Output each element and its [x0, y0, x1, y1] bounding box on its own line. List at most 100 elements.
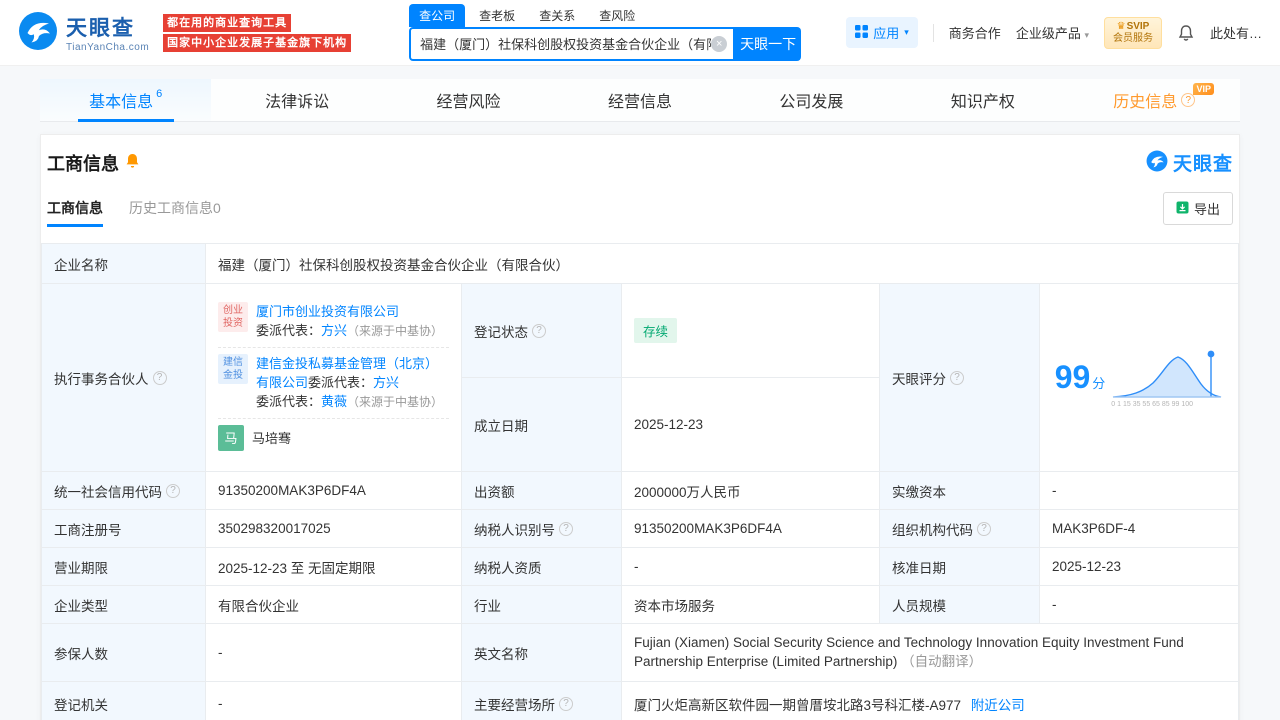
section-title: 工商信息 — [47, 153, 119, 174]
help-icon[interactable]: ? — [950, 370, 964, 385]
auto-translate-note: （自动翻译） — [901, 654, 983, 669]
apps-menu[interactable]: 应用 ▾ — [846, 17, 918, 48]
export-button[interactable]: 导出 — [1162, 192, 1233, 225]
tab-history-info[interactable]: 历史信息 ? VIP — [1069, 79, 1240, 121]
rep-prefix: 委派代表： — [256, 394, 322, 409]
rep-link[interactable]: 黄薇 — [321, 394, 347, 409]
label-taxpayer-quality: 纳税人资质 — [461, 547, 622, 586]
partner-type-tag: 建信 金投 — [218, 354, 248, 384]
search-tab-boss[interactable]: 查老板 — [469, 4, 525, 27]
rep-source: （来源于中基协） — [347, 324, 444, 338]
brand-domain: TianYanCha.com — [66, 42, 150, 53]
subtab-label: 工商信息 — [47, 200, 103, 216]
tab-label: 法律诉讼 — [265, 94, 330, 111]
score-unit: 分 — [1092, 376, 1106, 391]
search-tab-company[interactable]: 查公司 — [409, 3, 466, 27]
search-tab-relation[interactable]: 查关系 — [529, 4, 585, 27]
tianyancha-logo[interactable]: 天眼查 TianYanCha.com — [18, 11, 149, 54]
help-icon[interactable]: ? — [977, 521, 991, 536]
tab-intellectual-property[interactable]: 知识产权 — [897, 79, 1068, 121]
value-executive-partners: 创业 投资 厦门市创业投资有限公司 委派代表：方兴（来源于中基协） 建信 金投 — [205, 283, 462, 472]
partner-person-link[interactable]: 马培骞 — [252, 429, 291, 448]
tab-legal-proceedings[interactable]: 法律诉讼 — [211, 79, 382, 121]
rep-link[interactable]: 方兴 — [373, 375, 399, 390]
label-registry-authority: 登记机关 — [41, 681, 206, 720]
tab-label: 历史信息 — [1113, 94, 1178, 111]
help-icon[interactable]: ? — [166, 483, 180, 498]
business-info-card: 工商信息 天眼查 工商信息 历史工商信息0 导出 企业名称 福建（厦门）社保科创… — [40, 134, 1240, 720]
user-profile-menu[interactable]: 此处有… — [1210, 23, 1262, 42]
svip-membership-button[interactable]: ♛SVIP 会员服务 — [1103, 16, 1162, 49]
search-tab-risk[interactable]: 查风险 — [589, 4, 645, 27]
top-header: 天眼查 TianYanCha.com 都在用的商业查询工具 国家中小企业发展子基… — [0, 0, 1280, 66]
slogan-line-1: 都在用的商业查询工具 — [163, 13, 292, 32]
enterprise-products-link[interactable]: 企业级产品 ▾ — [1016, 23, 1089, 42]
partner-item: 马 马培骞 — [218, 418, 449, 457]
rep-link[interactable]: 方兴 — [321, 323, 347, 338]
label-english-name: 英文名称 — [461, 623, 622, 682]
search-tabs: 查公司 查老板 查关系 查风险 — [409, 3, 801, 27]
subtab-label: 历史工商信息0 — [129, 200, 221, 216]
crown-icon: ♛ — [1116, 20, 1126, 32]
value-company-type: 有限合伙企业 — [205, 585, 462, 624]
export-icon — [1176, 201, 1189, 217]
tab-basic-info-count: 6 — [156, 88, 163, 100]
status-badge: 存续 — [634, 318, 678, 343]
value-company-name: 福建（厦门）社保科创股权投资基金合伙企业（有限合伙） — [205, 243, 1239, 284]
tab-operating-risk[interactable]: 经营风险 — [383, 79, 554, 121]
value-org-code: MAK3P6DF-4 — [1039, 509, 1239, 548]
subtab-business-info[interactable]: 工商信息 — [47, 198, 103, 227]
value-business-term: 2025-12-23 至 无固定期限 — [205, 547, 462, 586]
search-button[interactable]: 天眼一下 — [735, 26, 802, 61]
partner-company-link[interactable]: 厦门市创业投资有限公司 — [256, 304, 399, 319]
label-text: 统一社会信用代码 — [54, 484, 162, 500]
tab-label: 公司发展 — [779, 94, 844, 111]
rep-prefix: 委派代表： — [308, 375, 374, 390]
monitor-bell-icon[interactable] — [125, 153, 140, 173]
svip-sublabel: 会员服务 — [1112, 32, 1153, 44]
card-subtabs: 工商信息 历史工商信息0 导出 — [41, 192, 1239, 233]
label-text: 组织机构代码 — [892, 522, 973, 538]
label-executive-partners: 执行事务合伙人? — [41, 283, 206, 472]
history-help-icon[interactable]: ? — [1181, 93, 1196, 107]
primary-nav-tabs: 基本信息 6 法律诉讼 经营风险 经营信息 公司发展 知识产权 历史信息 ? V… — [40, 79, 1240, 122]
business-cooperation-link[interactable]: 商务合作 — [949, 23, 1001, 42]
label-business-term: 营业期限 — [41, 547, 206, 586]
search-box: × — [409, 26, 736, 61]
tianyancha-logo-icon — [18, 11, 58, 54]
subtab-history-business-info[interactable]: 历史工商信息0 — [129, 198, 221, 227]
value-taxpayer-id: 91350200MAK3P6DF4A — [621, 509, 880, 548]
help-icon[interactable]: ? — [559, 521, 573, 536]
label-paid-capital: 实缴资本 — [879, 471, 1040, 510]
partner-type-tag: 创业 投资 — [218, 302, 248, 332]
help-icon[interactable]: ? — [559, 696, 573, 711]
label-text: 主要经营场所 — [474, 697, 555, 713]
tab-basic-info[interactable]: 基本信息 6 — [40, 79, 212, 121]
svip-label: SVIP — [1126, 20, 1150, 32]
tab-label: 经营信息 — [607, 94, 672, 111]
label-text: 登记状态 — [474, 324, 528, 340]
score-axis-ticks: 0 1 15 35 55 65 85 99 100 — [1111, 401, 1194, 408]
label-credit-code: 统一社会信用代码? — [41, 471, 206, 510]
value-credit-code: 91350200MAK3P6DF4A — [205, 471, 462, 510]
help-icon[interactable]: ? — [532, 323, 546, 338]
label-established-date: 成立日期 — [461, 377, 622, 472]
tab-company-development[interactable]: 公司发展 — [726, 79, 897, 121]
nearby-companies-link[interactable]: 附近公司 — [971, 698, 1025, 713]
label-approval-date: 核准日期 — [879, 547, 1040, 586]
clear-search-icon[interactable]: × — [711, 35, 728, 52]
value-industry: 资本市场服务 — [621, 585, 880, 624]
value-registry-authority: - — [205, 681, 462, 720]
score-distribution-chart: 0 1 15 35 55 65 85 99 100 — [1111, 347, 1223, 408]
tab-basic-info-label: 基本信息 — [89, 94, 154, 111]
brand-name: 天眼查 — [66, 17, 135, 40]
chevron-down-icon: ▾ — [904, 27, 909, 37]
search-input[interactable] — [420, 36, 712, 51]
value-staff-size: - — [1039, 585, 1239, 624]
label-registration-status: 登记状态? — [461, 283, 622, 378]
value-established-date: 2025-12-23 — [621, 377, 880, 472]
notifications-bell-icon[interactable] — [1177, 24, 1195, 42]
label-company-name: 企业名称 — [41, 243, 206, 284]
help-icon[interactable]: ? — [152, 370, 167, 385]
tab-operating-info[interactable]: 经营信息 — [554, 79, 725, 121]
